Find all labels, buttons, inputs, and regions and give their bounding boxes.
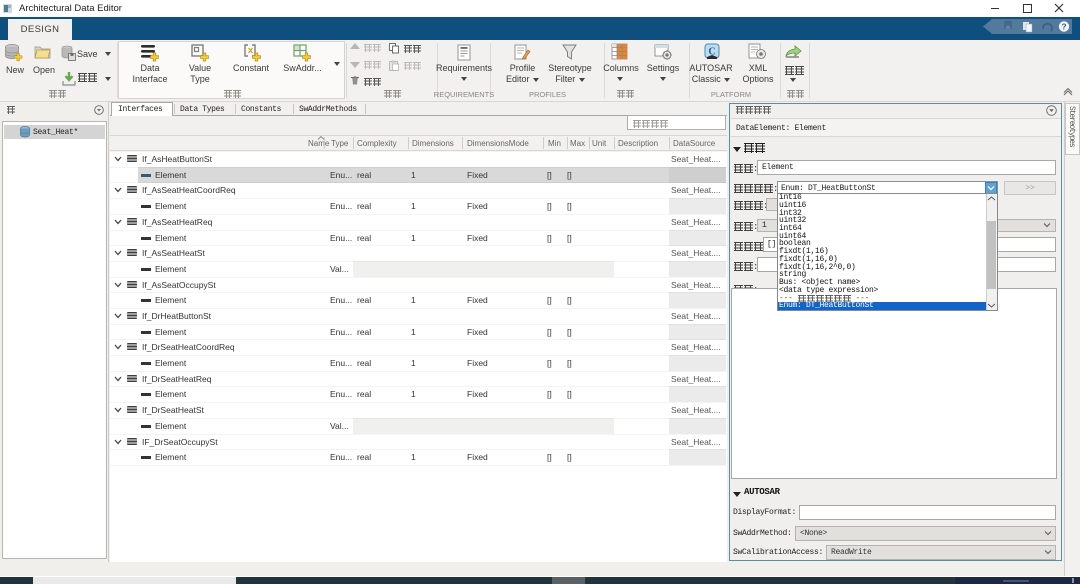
svg-text:?: ? [1061,22,1066,32]
